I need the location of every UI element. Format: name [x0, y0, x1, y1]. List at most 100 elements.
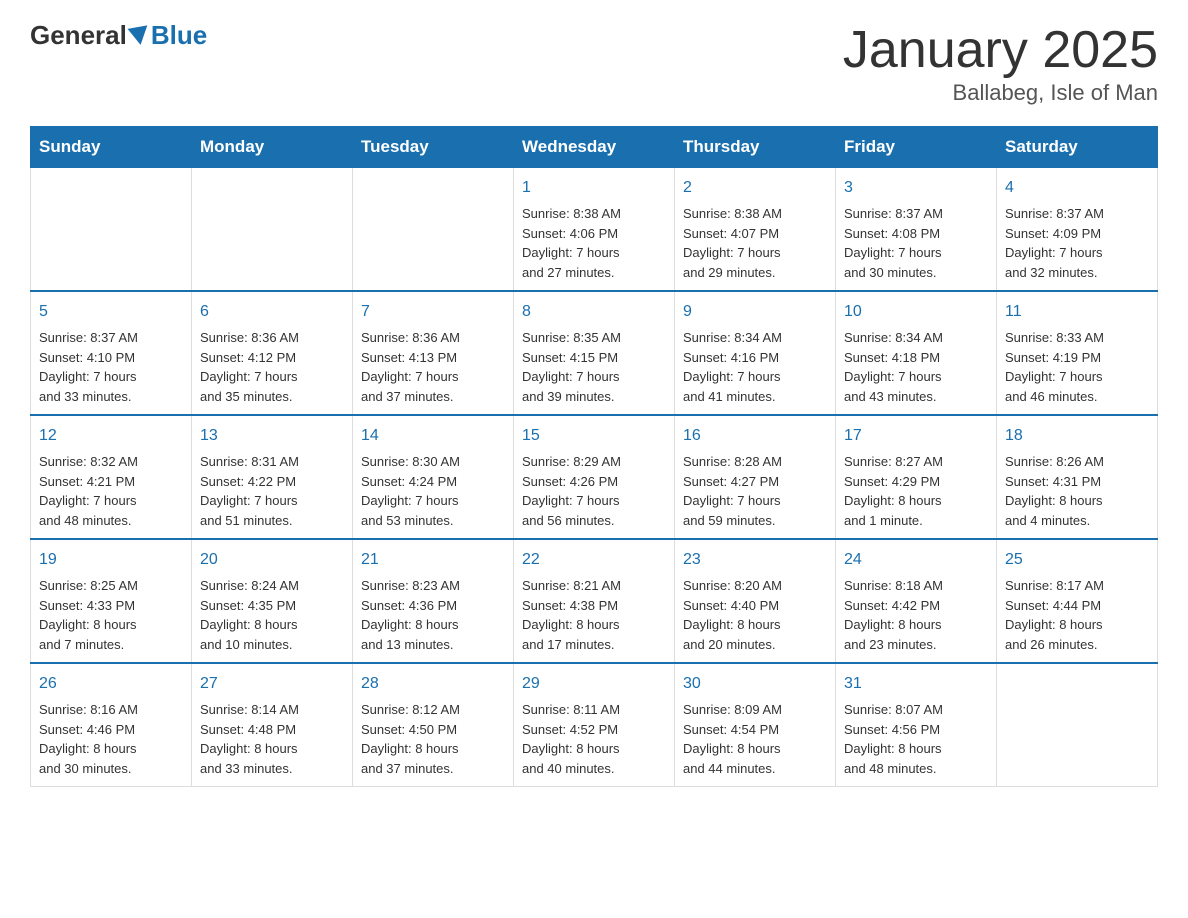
day-number: 1 — [522, 176, 666, 200]
day-info: Sunrise: 8:16 AMSunset: 4:46 PMDaylight:… — [39, 700, 183, 778]
day-number: 30 — [683, 672, 827, 696]
calendar-cell: 26 Sunrise: 8:16 AMSunset: 4:46 PMDayligh… — [31, 663, 192, 787]
day-number: 23 — [683, 548, 827, 572]
day-info: Sunrise: 8:18 AMSunset: 4:42 PMDaylight:… — [844, 576, 988, 654]
day-info: Sunrise: 8:35 AMSunset: 4:15 PMDaylight:… — [522, 328, 666, 406]
logo: General Blue — [30, 20, 207, 51]
day-number: 21 — [361, 548, 505, 572]
calendar-cell: 13 Sunrise: 8:31 AMSunset: 4:22 PMDayligh… — [192, 415, 353, 539]
day-info: Sunrise: 8:27 AMSunset: 4:29 PMDaylight:… — [844, 452, 988, 530]
day-number: 20 — [200, 548, 344, 572]
calendar-week-row: 1 Sunrise: 8:38 AMSunset: 4:06 PMDaylight… — [31, 168, 1158, 292]
day-number: 16 — [683, 424, 827, 448]
month-title: January 2025 — [843, 20, 1158, 80]
day-info: Sunrise: 8:37 AMSunset: 4:10 PMDaylight:… — [39, 328, 183, 406]
weekday-header-monday: Monday — [192, 127, 353, 168]
day-number: 22 — [522, 548, 666, 572]
day-info: Sunrise: 8:38 AMSunset: 4:06 PMDaylight:… — [522, 204, 666, 282]
day-number: 25 — [1005, 548, 1149, 572]
day-number: 24 — [844, 548, 988, 572]
calendar-cell: 10 Sunrise: 8:34 AMSunset: 4:18 PMDayligh… — [836, 291, 997, 415]
calendar-cell: 8 Sunrise: 8:35 AMSunset: 4:15 PMDaylight… — [514, 291, 675, 415]
calendar-cell — [353, 168, 514, 292]
calendar-cell: 14 Sunrise: 8:30 AMSunset: 4:24 PMDayligh… — [353, 415, 514, 539]
calendar-cell: 11 Sunrise: 8:33 AMSunset: 4:19 PMDayligh… — [997, 291, 1158, 415]
day-info: Sunrise: 8:07 AMSunset: 4:56 PMDaylight:… — [844, 700, 988, 778]
day-info: Sunrise: 8:21 AMSunset: 4:38 PMDaylight:… — [522, 576, 666, 654]
calendar-cell — [192, 168, 353, 292]
day-number: 4 — [1005, 176, 1149, 200]
day-info: Sunrise: 8:36 AMSunset: 4:13 PMDaylight:… — [361, 328, 505, 406]
calendar-cell: 20 Sunrise: 8:24 AMSunset: 4:35 PMDayligh… — [192, 539, 353, 663]
calendar-cell: 4 Sunrise: 8:37 AMSunset: 4:09 PMDaylight… — [997, 168, 1158, 292]
weekday-header-tuesday: Tuesday — [353, 127, 514, 168]
day-info: Sunrise: 8:25 AMSunset: 4:33 PMDaylight:… — [39, 576, 183, 654]
day-info: Sunrise: 8:34 AMSunset: 4:18 PMDaylight:… — [844, 328, 988, 406]
day-info: Sunrise: 8:37 AMSunset: 4:09 PMDaylight:… — [1005, 204, 1149, 282]
weekday-header-thursday: Thursday — [675, 127, 836, 168]
day-info: Sunrise: 8:38 AMSunset: 4:07 PMDaylight:… — [683, 204, 827, 282]
day-info: Sunrise: 8:23 AMSunset: 4:36 PMDaylight:… — [361, 576, 505, 654]
day-info: Sunrise: 8:14 AMSunset: 4:48 PMDaylight:… — [200, 700, 344, 778]
calendar-cell: 15Sunrise: 8:29 AMSunset: 4:26 PMDayligh… — [514, 415, 675, 539]
calendar-cell: 23 Sunrise: 8:20 AMSunset: 4:40 PMDayligh… — [675, 539, 836, 663]
calendar-cell: 18 Sunrise: 8:26 AMSunset: 4:31 PMDayligh… — [997, 415, 1158, 539]
day-info: Sunrise: 8:30 AMSunset: 4:24 PMDaylight:… — [361, 452, 505, 530]
weekday-header-sunday: Sunday — [31, 127, 192, 168]
calendar-cell: 25 Sunrise: 8:17 AMSunset: 4:44 PMDayligh… — [997, 539, 1158, 663]
day-info: Sunrise: 8:24 AMSunset: 4:35 PMDaylight:… — [200, 576, 344, 654]
day-info: Sunrise: 8:09 AMSunset: 4:54 PMDaylight:… — [683, 700, 827, 778]
day-number: 2 — [683, 176, 827, 200]
day-info: Sunrise: 8:26 AMSunset: 4:31 PMDaylight:… — [1005, 452, 1149, 530]
calendar-week-row: 12Sunrise: 8:32 AMSunset: 4:21 PMDayligh… — [31, 415, 1158, 539]
weekday-header-row: SundayMondayTuesdayWednesdayThursdayFrid… — [31, 127, 1158, 168]
calendar-cell: 29Sunrise: 8:11 AMSunset: 4:52 PMDayligh… — [514, 663, 675, 787]
calendar-cell: 28Sunrise: 8:12 AMSunset: 4:50 PMDayligh… — [353, 663, 514, 787]
day-info: Sunrise: 8:31 AMSunset: 4:22 PMDaylight:… — [200, 452, 344, 530]
calendar-cell: 30 Sunrise: 8:09 AMSunset: 4:54 PMDayligh… — [675, 663, 836, 787]
day-info: Sunrise: 8:20 AMSunset: 4:40 PMDaylight:… — [683, 576, 827, 654]
calendar-cell: 5 Sunrise: 8:37 AMSunset: 4:10 PMDaylight… — [31, 291, 192, 415]
calendar-cell: 1 Sunrise: 8:38 AMSunset: 4:06 PMDaylight… — [514, 168, 675, 292]
calendar-cell: 19 Sunrise: 8:25 AMSunset: 4:33 PMDayligh… — [31, 539, 192, 663]
day-info: Sunrise: 8:11 AMSunset: 4:52 PMDaylight:… — [522, 700, 666, 778]
calendar-cell: 17Sunrise: 8:27 AMSunset: 4:29 PMDayligh… — [836, 415, 997, 539]
calendar-cell: 3Sunrise: 8:37 AMSunset: 4:08 PMDaylight… — [836, 168, 997, 292]
day-number: 14 — [361, 424, 505, 448]
calendar-cell: 27Sunrise: 8:14 AMSunset: 4:48 PMDayligh… — [192, 663, 353, 787]
calendar-cell — [31, 168, 192, 292]
page-header: General Blue January 2025 Ballabeg, Isle… — [30, 20, 1158, 106]
calendar-cell: 12Sunrise: 8:32 AMSunset: 4:21 PMDayligh… — [31, 415, 192, 539]
location-subtitle: Ballabeg, Isle of Man — [843, 80, 1158, 106]
calendar-cell: 16 Sunrise: 8:28 AMSunset: 4:27 PMDayligh… — [675, 415, 836, 539]
day-info: Sunrise: 8:12 AMSunset: 4:50 PMDaylight:… — [361, 700, 505, 778]
day-info: Sunrise: 8:33 AMSunset: 4:19 PMDaylight:… — [1005, 328, 1149, 406]
calendar-cell: 2 Sunrise: 8:38 AMSunset: 4:07 PMDaylight… — [675, 168, 836, 292]
calendar-cell: 6Sunrise: 8:36 AMSunset: 4:12 PMDaylight… — [192, 291, 353, 415]
day-number: 13 — [200, 424, 344, 448]
day-number: 11 — [1005, 300, 1149, 324]
day-number: 18 — [1005, 424, 1149, 448]
day-number: 26 — [39, 672, 183, 696]
day-number: 7 — [361, 300, 505, 324]
day-number: 5 — [39, 300, 183, 324]
calendar-cell: 9Sunrise: 8:34 AMSunset: 4:16 PMDaylight… — [675, 291, 836, 415]
day-number: 8 — [522, 300, 666, 324]
day-info: Sunrise: 8:28 AMSunset: 4:27 PMDaylight:… — [683, 452, 827, 530]
day-info: Sunrise: 8:17 AMSunset: 4:44 PMDaylight:… — [1005, 576, 1149, 654]
day-number: 31 — [844, 672, 988, 696]
day-info: Sunrise: 8:36 AMSunset: 4:12 PMDaylight:… — [200, 328, 344, 406]
calendar-week-row: 26 Sunrise: 8:16 AMSunset: 4:46 PMDayligh… — [31, 663, 1158, 787]
title-section: January 2025 Ballabeg, Isle of Man — [843, 20, 1158, 106]
calendar-cell: 22 Sunrise: 8:21 AMSunset: 4:38 PMDayligh… — [514, 539, 675, 663]
calendar-week-row: 5 Sunrise: 8:37 AMSunset: 4:10 PMDaylight… — [31, 291, 1158, 415]
day-number: 3 — [844, 176, 988, 200]
day-number: 12 — [39, 424, 183, 448]
day-number: 9 — [683, 300, 827, 324]
calendar-table: SundayMondayTuesdayWednesdayThursdayFrid… — [30, 126, 1158, 787]
day-number: 10 — [844, 300, 988, 324]
day-number: 19 — [39, 548, 183, 572]
day-info: Sunrise: 8:29 AMSunset: 4:26 PMDaylight:… — [522, 452, 666, 530]
weekday-header-saturday: Saturday — [997, 127, 1158, 168]
calendar-cell: 21 Sunrise: 8:23 AMSunset: 4:36 PMDayligh… — [353, 539, 514, 663]
